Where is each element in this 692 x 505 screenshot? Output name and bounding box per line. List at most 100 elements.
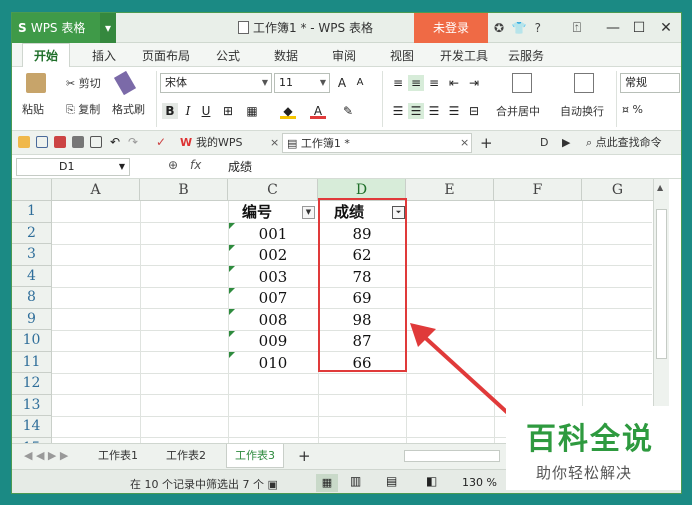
page-layout-icon[interactable]: ▥ [350,474,361,488]
sheet-tab-1[interactable]: 工作表1 [90,444,146,468]
align-left-icon[interactable]: ☰ [390,103,406,119]
tab-developer[interactable]: 开发工具 [440,47,488,64]
tab-my-wps[interactable]: W 我的WPS [176,133,242,153]
tab-workbook1[interactable]: ▤ 工作簿1 * [282,133,472,153]
tab-home[interactable]: 开始 [22,43,71,67]
vertical-scrollbar[interactable]: ▲ [653,179,669,443]
name-box[interactable]: D1 ▼ [16,158,130,176]
cell-id[interactable]: 001 [228,223,318,245]
align-bottom-icon[interactable]: ≡ [426,75,442,91]
align-top-icon[interactable]: ≡ [390,75,406,91]
app-menu-chevron-icon[interactable]: ▾ [100,13,116,43]
horizontal-scrollbar[interactable] [404,450,500,462]
login-button[interactable]: 未登录 [414,13,488,43]
tab-page-layout[interactable]: 页面布局 [142,47,190,64]
fill-pattern-icon[interactable]: ▦ [244,103,260,119]
copy-button[interactable]: ⎘ 复制 [66,101,100,117]
select-all-corner[interactable] [12,179,52,201]
tab-review[interactable]: 审阅 [332,47,356,64]
cut-button[interactable]: ✂ 剪切 [66,75,101,91]
cell-id[interactable]: 008 [228,309,318,331]
fill-color-icon[interactable]: ◆ [280,103,296,119]
font-name-select[interactable]: 宋体 ▼ [160,73,272,93]
cell-id[interactable]: 010 [228,352,318,374]
row-header[interactable]: 9 [12,308,52,330]
page-break-icon[interactable]: ▤ [386,474,397,488]
tab-insert[interactable]: 插入 [92,47,116,64]
print-icon[interactable] [72,136,84,148]
reading-mode-icon[interactable]: ◧ [426,474,437,488]
scroll-up-icon[interactable]: ▲ [657,183,663,192]
align-center-icon[interactable]: ☰ [408,103,424,119]
export-pdf-icon[interactable] [54,136,66,148]
scrollbar-thumb[interactable] [656,209,667,359]
cell-id[interactable]: 007 [228,287,318,309]
formula-input[interactable]: 成绩 [228,158,252,175]
shirt-icon[interactable]: 👕 [512,21,527,35]
cell-c1[interactable]: 编号 [242,201,302,223]
tab-data[interactable]: 数据 [274,47,298,64]
border-icon[interactable]: ⊞ [220,103,236,119]
column-header-e[interactable]: E [406,179,494,201]
tab-view[interactable]: 视图 [390,47,414,64]
format-painter-icon[interactable] [113,70,137,96]
row-header[interactable]: 2 [12,222,52,244]
zoom-formula-icon[interactable]: ⊕ [168,158,178,172]
decrease-font-icon[interactable]: A [352,75,368,91]
column-header-b[interactable]: B [140,179,228,201]
justify-icon[interactable]: ☰ [446,103,462,119]
clear-format-icon[interactable]: ✎ [340,103,356,119]
zoom-level[interactable]: 130 % [462,476,497,489]
maximize-button[interactable]: ☐ [626,13,652,43]
format-painter-button[interactable]: 格式刷 [112,101,145,117]
italic-button[interactable]: I [180,103,196,119]
column-header-g[interactable]: G [582,179,654,201]
print-preview-icon[interactable] [90,136,102,148]
row-header[interactable]: 11 [12,351,52,373]
row-header[interactable]: 8 [12,287,52,309]
align-right-icon[interactable]: ☰ [426,103,442,119]
sheet-nav-icon[interactable]: ◀ ◀ ▶ ▶ [16,444,76,468]
row-header[interactable]: 1 [12,201,52,223]
upload-icon[interactable]: ⍐ [564,13,590,43]
open-folder-icon[interactable] [18,136,30,148]
filter-dropdown-icon[interactable]: ▼ [302,206,315,219]
column-header-f[interactable]: F [494,179,582,201]
undo-icon[interactable]: ↶ [110,136,122,148]
paste-button[interactable]: 粘贴 [22,101,44,117]
close-icon[interactable]: × [456,133,469,153]
sheet-tab-2[interactable]: 工作表2 [158,444,214,468]
row-header[interactable]: 14 [12,416,52,438]
cell-id[interactable]: 009 [228,330,318,352]
spreadsheet-grid[interactable]: A B C D E F G 1 2 3 4 8 9 10 11 12 13 14… [12,179,681,443]
wrap-text-button[interactable]: 自动换行 [560,103,604,119]
indent-decrease-icon[interactable]: ⇤ [446,75,462,91]
new-tab-button[interactable]: + [476,133,493,153]
fx-icon[interactable]: fx [190,158,201,172]
app-menu-button[interactable]: S WPS 表格 ▾ [12,13,116,43]
row-header[interactable]: 3 [12,244,52,266]
share-icon[interactable]: ▶ [558,133,570,153]
add-sheet-button[interactable]: + [290,444,319,468]
distribute-icon[interactable]: ⊟ [466,103,482,119]
underline-button[interactable]: U [198,103,214,119]
percent-button[interactable]: ¤ % [622,103,643,116]
column-header-a[interactable]: A [52,179,140,201]
row-header[interactable]: 4 [12,265,52,287]
column-header-c[interactable]: C [228,179,318,201]
search-command[interactable]: ⌕ 点此查找命令 [582,133,662,153]
cell-id[interactable]: 002 [228,244,318,266]
help-icon[interactable]: ? [535,21,541,35]
font-color-icon[interactable]: A [310,103,326,119]
font-size-select[interactable]: 11 ▼ [274,73,330,93]
minimize-button[interactable]: — [600,13,626,43]
merge-center-button[interactable]: 合并居中 [496,103,540,119]
save-icon[interactable] [36,136,48,148]
number-format-select[interactable]: 常规 [620,73,680,93]
customize-icon[interactable]: ✓ [156,136,168,148]
close-icon[interactable]: × [266,133,279,153]
redo-icon[interactable]: ↷ [128,136,140,148]
tab-cloud[interactable]: 云服务 [508,47,544,64]
row-header[interactable]: 12 [12,373,52,395]
align-middle-icon[interactable]: ≡ [408,75,424,91]
